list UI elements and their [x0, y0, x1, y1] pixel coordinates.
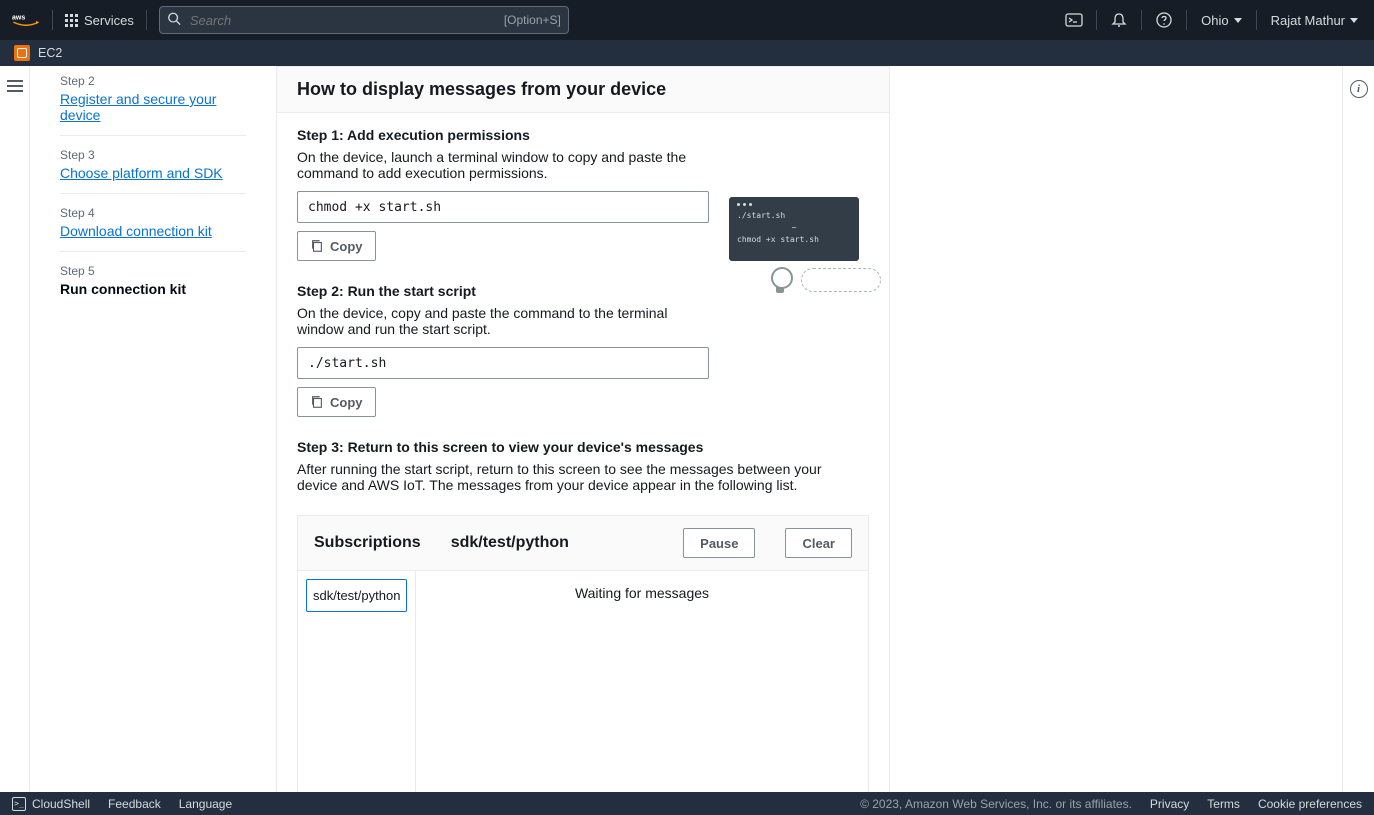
step-number: Step 2	[60, 74, 246, 88]
illustration-terminal: ./start.sh ~ chmod +x start.sh	[729, 197, 859, 261]
step1-command-field[interactable]: chmod +x start.sh	[297, 191, 709, 223]
card-title: How to display messages from your device	[297, 79, 666, 100]
top-nav-right: Ohio Rajat Mathur	[1062, 8, 1362, 32]
subscriptions-body: sdk/test/python Waiting for messages	[298, 571, 868, 792]
step2-desc: On the device, copy and paste the comman…	[297, 305, 709, 337]
messages-area: Waiting for messages	[416, 571, 868, 792]
step1-row: Step 1: Add execution permissions On the…	[297, 127, 869, 439]
subscriptions-panel: Subscriptions sdk/test/python Pause Clea…	[297, 515, 869, 792]
copy-label: Copy	[330, 239, 363, 254]
aws-logo[interactable]: aws	[12, 10, 40, 30]
illustration-connection	[729, 267, 889, 293]
divider	[146, 10, 147, 30]
footer-bar: CloudShell Feedback Language © 2023, Ama…	[0, 792, 1374, 815]
divider	[1256, 10, 1257, 30]
cloud-icon	[801, 268, 881, 292]
page-shell: Step 2 Register and secure your device S…	[0, 66, 1374, 792]
info-panel-toggle[interactable]: i	[1350, 80, 1368, 98]
cloudshell-label: CloudShell	[32, 797, 90, 811]
top-nav: aws Services [Option+S] Ohio Raja	[0, 0, 1374, 40]
illustration: ./start.sh ~ chmod +x start.sh	[729, 197, 889, 293]
services-label: Services	[84, 13, 134, 28]
instructions-card: How to display messages from your device…	[276, 66, 890, 792]
svg-text:aws: aws	[12, 14, 25, 21]
privacy-link[interactable]: Privacy	[1150, 797, 1189, 811]
step2-command-field[interactable]: ./start.sh	[297, 347, 709, 379]
search-shortcut-hint: [Option+S]	[504, 13, 561, 27]
divider	[1186, 10, 1187, 30]
clear-button[interactable]: Clear	[785, 528, 852, 558]
terms-link[interactable]: Terms	[1207, 797, 1240, 811]
step-link-register-device[interactable]: Register and secure your device	[60, 91, 216, 123]
step-link-download-kit[interactable]: Download connection kit	[60, 223, 212, 239]
subscriptions-header: Subscriptions sdk/test/python Pause Clea…	[298, 516, 868, 571]
pause-button[interactable]: Pause	[683, 528, 755, 558]
step1-block: Step 1: Add execution permissions On the…	[297, 127, 709, 261]
step2-block: Step 2: Run the start script On the devi…	[297, 283, 709, 417]
step2-copy-button[interactable]: Copy	[297, 387, 376, 417]
step-number: Step 4	[60, 206, 246, 220]
chevron-down-icon	[1350, 18, 1358, 23]
service-name[interactable]: EC2	[38, 46, 62, 60]
subscriptions-list[interactable]: sdk/test/python	[298, 571, 416, 792]
chevron-down-icon	[1234, 18, 1242, 23]
wizard-step: Step 3 Choose platform and SDK	[60, 136, 246, 194]
step3-block: Step 3: Return to this screen to view yo…	[297, 439, 869, 493]
step-number: Step 5	[60, 264, 246, 278]
copy-icon	[310, 395, 324, 409]
ec2-service-icon	[14, 45, 30, 61]
grid-icon	[65, 14, 78, 27]
wizard-step-current: Step 5 Run connection kit	[60, 252, 246, 309]
main-column: How to display messages from your device…	[276, 66, 1342, 792]
waiting-text: Waiting for messages	[575, 585, 709, 601]
illus-line: ./start.sh	[737, 210, 851, 222]
services-menu-button[interactable]: Services	[65, 13, 134, 28]
divider	[1096, 10, 1097, 30]
card-body: Step 1: Add execution permissions On the…	[277, 113, 889, 792]
wizard-step: Step 2 Register and secure your device	[60, 74, 246, 136]
search-icon	[167, 12, 181, 29]
side-nav-toggle[interactable]	[7, 80, 23, 92]
subscriptions-topic: sdk/test/python	[451, 534, 569, 552]
region-label: Ohio	[1201, 13, 1228, 28]
wizard-steps-sidebar: Step 2 Register and secure your device S…	[30, 66, 276, 792]
feedback-link[interactable]: Feedback	[108, 797, 161, 811]
card-header: How to display messages from your device	[277, 67, 889, 113]
language-link[interactable]: Language	[179, 797, 232, 811]
illus-line: ~	[737, 222, 851, 234]
step1-heading: Step 1: Add execution permissions	[297, 127, 709, 143]
step2-heading: Step 2: Run the start script	[297, 283, 709, 299]
divider	[52, 10, 53, 30]
step3-heading: Step 3: Return to this screen to view yo…	[297, 439, 869, 455]
subscriptions-heading: Subscriptions	[314, 534, 421, 552]
help-icon[interactable]	[1152, 8, 1176, 32]
account-menu[interactable]: Rajat Mathur	[1267, 13, 1362, 28]
notifications-icon[interactable]	[1107, 8, 1131, 32]
illus-line: chmod +x start.sh	[737, 234, 851, 246]
right-rail: i	[1342, 66, 1374, 792]
left-rail	[0, 66, 30, 792]
service-breadcrumb-bar: EC2	[0, 40, 1374, 66]
cloudshell-icon	[12, 797, 26, 811]
cloudshell-link[interactable]: CloudShell	[12, 797, 90, 811]
bulb-icon	[769, 267, 791, 293]
copy-label: Copy	[330, 395, 363, 410]
step-number: Step 3	[60, 148, 246, 162]
cloudshell-icon[interactable]	[1062, 8, 1086, 32]
username-label: Rajat Mathur	[1271, 13, 1345, 28]
cookie-prefs-link[interactable]: Cookie preferences	[1258, 797, 1362, 811]
divider	[1141, 10, 1142, 30]
wizard-step: Step 4 Download connection kit	[60, 194, 246, 252]
subscription-item[interactable]: sdk/test/python	[306, 579, 407, 612]
step-link-choose-platform[interactable]: Choose platform and SDK	[60, 165, 223, 181]
copyright-text: © 2023, Amazon Web Services, Inc. or its…	[860, 797, 1132, 811]
step-label-run-kit: Run connection kit	[60, 281, 186, 297]
region-selector[interactable]: Ohio	[1197, 13, 1245, 28]
global-search: [Option+S]	[159, 6, 569, 34]
copy-icon	[310, 239, 324, 253]
step1-desc: On the device, launch a terminal window …	[297, 149, 709, 181]
step3-desc: After running the start script, return t…	[297, 461, 837, 493]
content-area: Step 2 Register and secure your device S…	[30, 66, 1342, 792]
step1-copy-button[interactable]: Copy	[297, 231, 376, 261]
